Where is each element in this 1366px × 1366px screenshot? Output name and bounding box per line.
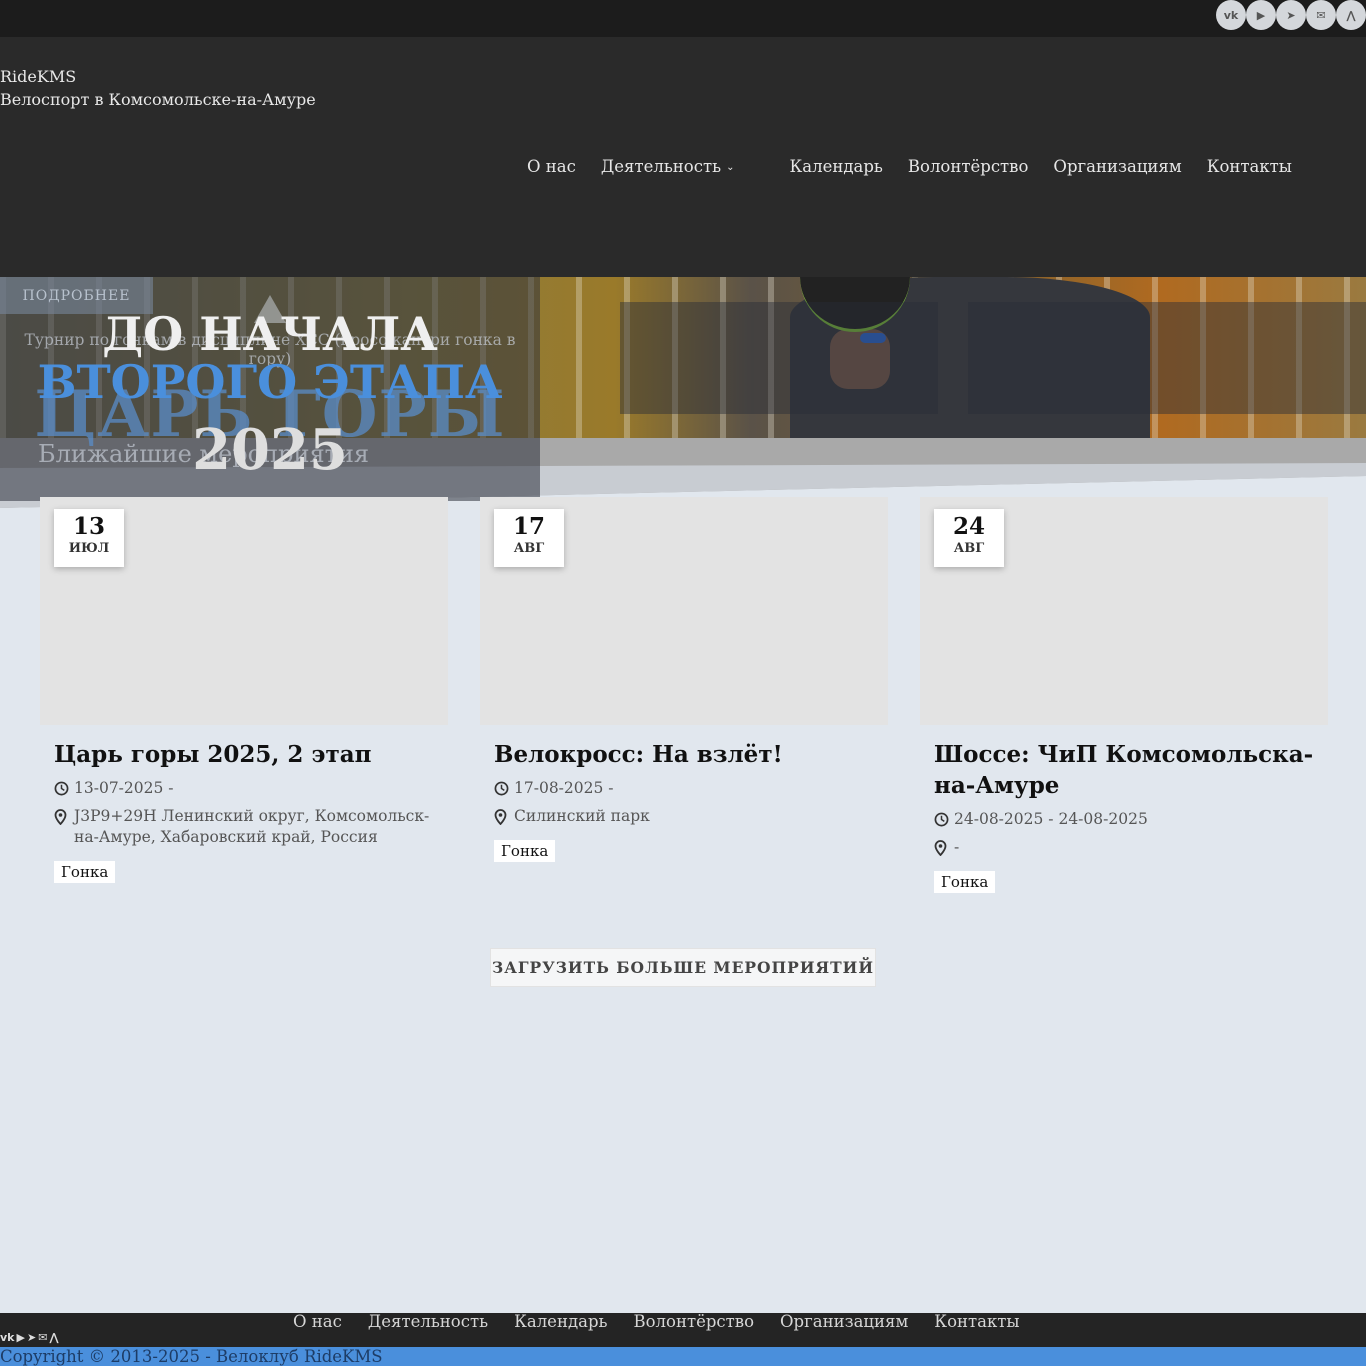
event-body: Шоссе: ЧиП Комсомольска-на-Амуре 24-08-2… [920,725,1328,893]
main-nav: О нас Деятельность ⌄ Календарь Волонтёрст… [527,157,1317,176]
footer-item-volunteering[interactable]: Волонтёрство [634,1313,755,1331]
footer-social-links: vk ▶ ➤ ✉ ⋀ [0,1331,61,1344]
footer-item-contacts[interactable]: Контакты [934,1313,1019,1331]
nav-item-volunteering[interactable]: Волонтёрство [908,157,1029,176]
promo-line-1: ДО НАЧАЛА [102,307,438,361]
chevron-down-icon: ⌄ [726,162,735,173]
clock-icon [54,778,74,799]
event-dates: 17-08-2025 - [494,778,874,799]
promo-line-2: ВТОРОГО ЭТАПА [37,355,503,409]
telegram-icon[interactable]: ➤ [1276,0,1306,30]
map-pin-icon [934,837,954,858]
mail-icon[interactable]: ✉ [38,1331,47,1344]
event-image[interactable]: 24 АВГ [920,497,1328,725]
event-location-text: - [954,838,960,856]
event-body: Царь горы 2025, 2 этап 13-07-2025 - J3P9… [40,725,448,883]
hero-overlay-right [968,302,1366,414]
promo-year: 2025 [192,417,348,483]
site-title[interactable]: RideKMS [0,65,316,88]
event-dates-text: 17-08-2025 - [514,779,614,797]
event-month: АВГ [953,541,985,556]
event-location-text: J3P9+29H Ленинский округ, Комсомольск-на… [74,807,430,846]
vk-icon[interactable]: vk [0,1331,15,1344]
site-tagline: Велоспорт в Комсомольске-на-Амуре [0,90,316,109]
event-dates: 24-08-2025 - 24-08-2025 [934,809,1314,830]
event-date-badge: 17 АВГ [494,509,564,567]
event-category-tag[interactable]: Гонка [54,861,116,883]
event-card[interactable]: 24 АВГ Шоссе: ЧиП Комсомольска-на-Амуре … [920,497,1328,893]
hero-overlay-left [620,302,938,414]
event-image[interactable]: 17 АВГ [480,497,888,725]
event-month: ИЮЛ [68,541,110,556]
event-location: Силинский парк [494,806,874,827]
clock-icon [934,809,954,830]
youtube-icon[interactable]: ▶ [17,1331,25,1344]
footer-item-activities[interactable]: Деятельность [368,1313,488,1331]
event-category-tag[interactable]: Гонка [934,871,996,893]
event-day: 24 [952,513,985,540]
event-date-badge: 24 АВГ [934,509,1004,567]
event-location: - [934,837,1314,858]
event-body: Велокросс: На взлёт! 17-08-2025 - Силинс… [480,725,888,862]
event-image[interactable]: 13 ИЮЛ [40,497,448,725]
event-dates-text: 13-07-2025 - [74,779,174,797]
event-dates: 13-07-2025 - [54,778,434,799]
event-day: 17 [512,513,545,540]
nav-item-contacts[interactable]: Контакты [1207,157,1292,176]
map-pin-icon [494,806,514,827]
copyright-bar: Copyright © 2013-2025 - Велоклуб RideKMS [0,1347,1366,1366]
clock-icon [494,778,514,799]
vk-icon[interactable]: vk [1216,0,1246,30]
event-month: АВГ [513,541,545,556]
event-category-tag[interactable]: Гонка [494,840,556,862]
event-dates-text: 24-08-2025 - 24-08-2025 [954,810,1148,828]
event-card[interactable]: 13 ИЮЛ Царь горы 2025, 2 этап 13-07-2025… [40,497,448,883]
nav-item-label: Деятельность [600,157,722,176]
nav-item-calendar[interactable]: Календарь [789,157,882,176]
promo-banner: ПОДРОБНЕЕ ЦАРЬ ГОРЫ Турнир по гонкам в д… [0,277,540,501]
telegram-icon[interactable]: ➤ [27,1331,36,1344]
strava-icon[interactable]: ⋀ [49,1331,58,1344]
social-links: vk ▶ ➤ ✉ ⋀ [1216,0,1366,30]
nav-item-organizations[interactable]: Организациям [1053,157,1181,176]
event-date-badge: 13 ИЮЛ [54,509,124,567]
site-footer: О нас Деятельность Календарь Волонтёрств… [0,1313,1366,1347]
footer-nav: О нас Деятельность Календарь Волонтёрств… [293,1313,1046,1331]
nav-item-about[interactable]: О нас [527,157,576,176]
footer-item-organizations[interactable]: Организациям [780,1313,908,1331]
event-title[interactable]: Царь горы 2025, 2 этап [54,739,434,770]
footer-item-about[interactable]: О нас [293,1313,342,1331]
strava-icon[interactable]: ⋀ [1336,0,1366,30]
event-location: J3P9+29H Ленинский округ, Комсомольск-на… [54,806,434,848]
event-location-text: Силинский парк [514,807,650,825]
nav-item-activities[interactable]: Деятельность ⌄ [601,157,735,176]
event-day: 13 [72,513,105,540]
site-header: RideKMS Велоспорт в Комсомольске-на-Амур… [0,37,1366,277]
map-pin-icon [54,806,74,848]
event-title[interactable]: Велокросс: На взлёт! [494,739,874,770]
footer-item-calendar[interactable]: Календарь [514,1313,607,1331]
event-title[interactable]: Шоссе: ЧиП Комсомольска-на-Амуре [934,739,1314,801]
top-social-bar: vk ▶ ➤ ✉ ⋀ [0,0,1366,37]
mail-icon[interactable]: ✉ [1306,0,1336,30]
youtube-icon[interactable]: ▶ [1246,0,1276,30]
site-branding[interactable]: RideKMS Велоспорт в Комсомольске-на-Амур… [0,65,316,111]
load-more-button[interactable]: ЗАГРУЗИТЬ БОЛЬШЕ МЕРОПРИЯТИЙ [490,948,876,987]
event-card[interactable]: 17 АВГ Велокросс: На взлёт! 17-08-2025 -… [480,497,888,862]
